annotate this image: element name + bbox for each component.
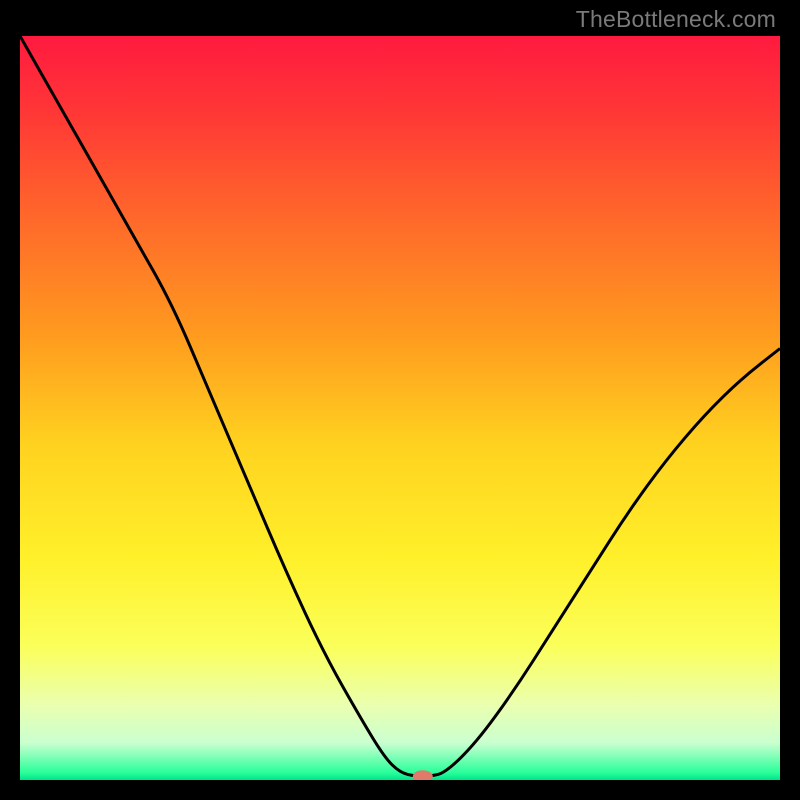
bottleneck-chart: [20, 36, 780, 780]
gradient-background: [20, 36, 780, 780]
chart-frame: [20, 36, 780, 780]
watermark-text: TheBottleneck.com: [576, 6, 776, 33]
